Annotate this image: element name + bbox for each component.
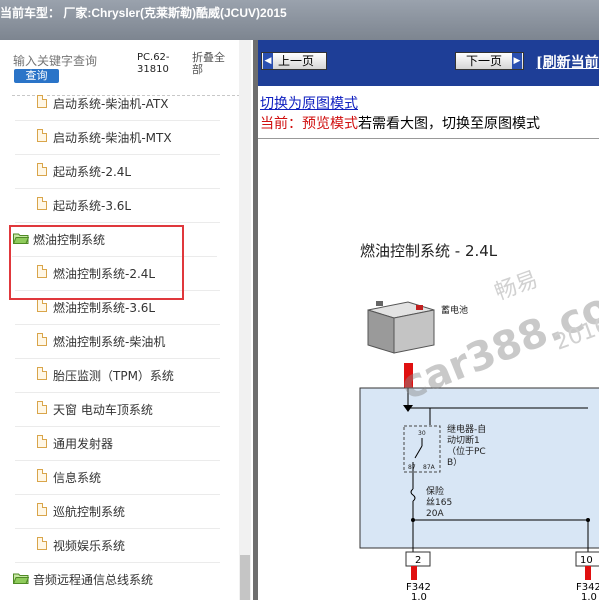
mode-hint: 若需看大图，切换至原图模式 [358,116,540,132]
tree-item-label: 音频远程通信总线系统 [33,573,154,587]
tree-item[interactable]: 信息系统 [15,460,220,495]
battery-icon [367,301,435,354]
document-icon [37,197,47,210]
relay-pin-87a: 87A [423,464,436,471]
relay-pin-87: 87 [408,464,416,471]
right-panel: ◀ 上一页 下一页 ▶ [刷新当前 切换为原图模式 当前：预览模式若需看大图，切… [258,40,599,600]
document-icon [37,537,47,550]
tree-item[interactable]: 胎压监测（TPM）系统 [15,358,220,393]
left-scrollbar-thumb[interactable] [240,555,250,600]
tree-item-label: 燃油控制系统-3.6L [53,301,156,315]
window-title: 当前车型： 厂家:Chrysler(克莱斯勒)酷威(JCUV)2015 [0,6,287,20]
tree-item-label: 起动系统-3.6L [53,199,132,213]
arrow-left-icon: ◀ [263,53,273,69]
power-distribution-center [359,387,599,549]
fuse-label-3: 20A [426,509,444,519]
search-button[interactable]: 查询 [14,69,59,83]
fuse-label-2: 丝165 [426,496,452,508]
tree-item[interactable]: 起动系统-3.6L [15,188,220,223]
tree-item-label: 启动系统-柴油机-ATX [53,97,169,111]
folder-open-icon [13,573,29,584]
tree-item[interactable]: 视频娱乐系统 [15,528,220,563]
battery-label: 蓄电池 [441,304,468,316]
left-panel: 查询 PC.62-31810 折叠全部 启动系统-柴油机-ATX 启动系统-柴油机… [0,40,256,600]
collapse-all-button[interactable]: 折叠全部 [192,52,232,76]
relay-pin-30: 30 [418,430,426,437]
content-divider [258,138,599,139]
tree-item-label: 天窗 电动车顶系统 [53,403,153,417]
document-icon [37,503,47,516]
diagram-title: 燃油控制系统 - 2.4L [360,242,498,260]
tree-item-label: 信息系统 [53,471,102,485]
viewer-nav-bar: ◀ 上一页 下一页 ▶ [刷新当前 [258,40,599,86]
tree-item-label: 胎压监测（TPM）系统 [53,369,174,383]
tree-item-label: 视频娱乐系统 [53,539,126,553]
tree-item-label: 起动系统-2.4L [53,165,132,179]
prev-page-button[interactable]: ◀ 上一页 [261,52,327,70]
watermark-line-1: 畅易 [492,267,542,306]
tree-item-label: 燃油控制系统-柴油机 [53,335,166,349]
document-icon [37,469,47,482]
next-page-label: 下一页 [466,54,503,68]
document-icon [37,435,47,448]
document-icon [37,299,47,312]
document-icon [37,401,47,414]
tree-item[interactable]: 启动系统-柴油机-MTX [15,120,220,155]
wiring-diagram[interactable]: 燃油控制系统 - 2.4L 蓄电池 30 87 87A 继电器-自 动切断1 （… [258,140,599,600]
connector-2-pin: 2 [415,555,421,566]
document-icon [37,163,47,176]
search-input[interactable] [13,53,103,69]
mode-status: 当前：预览模式若需看大图，切换至原图模式 [260,113,540,133]
tree-item[interactable]: 音频远程通信总线系统 [12,562,217,596]
document-icon [37,95,47,108]
wire-10-gauge: 1.0 [581,592,597,600]
document-icon [37,367,47,380]
tree-item[interactable]: 巡航控制系统 [15,494,220,529]
tree-item[interactable]: 通用发射器 [15,426,220,461]
tree-item[interactable]: 燃油控制系统-柴油机 [15,324,220,359]
tree-item[interactable]: 起动系统-2.4L [15,154,220,189]
tree-item[interactable]: 启动系统-柴油机-ATX [15,86,220,121]
fuse-label-1: 保险 [426,485,444,497]
relay-label-3: （位于PC [447,445,486,457]
tree-item-label: 通用发射器 [53,437,114,451]
tree-item-label: 启动系统-柴油机-MTX [53,131,172,145]
arrow-right-icon: ▶ [512,53,522,69]
refresh-link[interactable]: [刷新当前 [536,52,599,72]
document-icon [37,129,47,142]
tree-item-label: 巡航控制系统 [53,505,126,519]
relay-label-1: 继电器-自 [447,423,486,435]
connector-10-pin: 10 [580,555,593,566]
mode-current: 当前：预览模式 [260,116,358,132]
document-icon [37,333,47,346]
wire-2 [411,566,417,580]
window-titlebar: 当前车型： 厂家:Chrysler(克莱斯勒)酷威(JCUV)2015 [0,0,599,40]
wire-10 [585,566,591,580]
switch-original-mode-link[interactable]: 切换为原图模式 [260,93,358,113]
prev-page-label: 上一页 [278,54,315,68]
selection-highlight-box [9,225,184,300]
relay-label-2: 动切断1 [447,434,480,446]
tree-item[interactable]: 天窗 电动车顶系统 [15,392,220,427]
pc-code-label: PC.62-31810 [137,52,170,75]
wire-2-gauge: 1.0 [411,592,427,600]
relay-label-4: B） [447,457,462,468]
left-scrollbar[interactable] [239,40,251,600]
next-page-button[interactable]: 下一页 ▶ [455,52,524,70]
